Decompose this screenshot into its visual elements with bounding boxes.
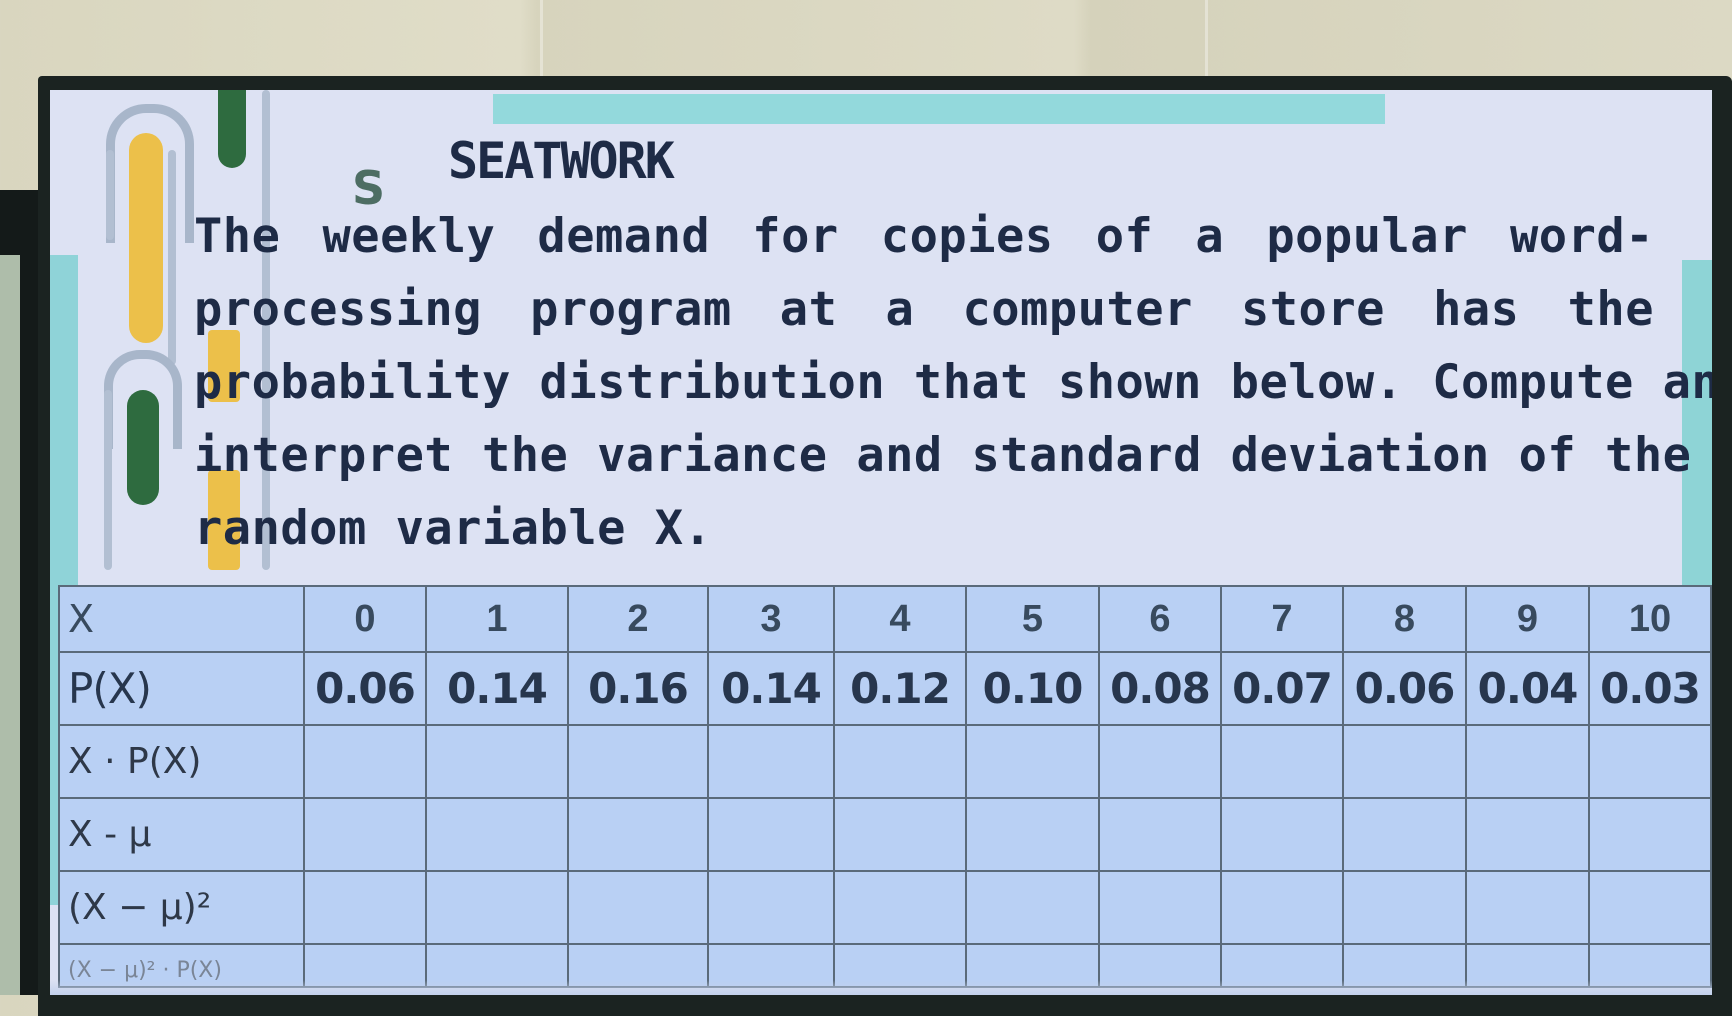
empty-answer-cell[interactable] (1098, 724, 1222, 799)
empty-answer-cell[interactable] (1342, 724, 1467, 799)
empty-answer-cell[interactable] (303, 797, 427, 872)
empty-answer-cell[interactable] (707, 797, 835, 872)
empty-answer-cell[interactable] (1220, 724, 1344, 799)
empty-answer-cell[interactable] (1588, 724, 1712, 799)
probability-cell: 0.14 (425, 651, 569, 726)
empty-answer-cell[interactable] (567, 797, 709, 872)
empty-answer-cell[interactable] (425, 724, 569, 799)
empty-answer-cell[interactable] (1220, 870, 1344, 945)
decor-line (106, 150, 114, 240)
row-label: X - μ (58, 797, 305, 872)
empty-answer-cell[interactable] (965, 870, 1100, 945)
empty-answer-cell[interactable] (567, 724, 709, 799)
slide-title: SEATWORK (448, 132, 675, 190)
x-times-px-row: X · P(X) (58, 724, 1712, 799)
x-value-cell: 1 (425, 585, 569, 653)
adjacent-screen (0, 255, 20, 995)
row-label: X · P(X) (58, 724, 305, 799)
x-values-row: X 0 1 2 3 4 5 6 7 8 9 10 (58, 585, 1712, 653)
x-value-cell: 0 (303, 585, 427, 653)
row-label: P(X) (58, 651, 305, 726)
decor-line (168, 150, 176, 365)
probability-cell: 0.07 (1220, 651, 1344, 726)
decor-green-pill-top (218, 90, 246, 168)
screen-bottom-edge (50, 980, 1712, 995)
empty-answer-cell[interactable] (1465, 870, 1590, 945)
empty-answer-cell[interactable] (965, 724, 1100, 799)
empty-answer-cell[interactable] (567, 870, 709, 945)
empty-answer-cell[interactable] (1342, 870, 1467, 945)
probability-cell: 0.06 (1342, 651, 1467, 726)
problem-line: random variable X. (194, 501, 713, 556)
empty-answer-cell[interactable] (707, 870, 835, 945)
empty-answer-cell[interactable] (1098, 797, 1222, 872)
x-value-cell: 5 (965, 585, 1100, 653)
presentation-slide: S SEATWORK The weekly demand for copies … (50, 90, 1712, 995)
x-value-cell: 2 (567, 585, 709, 653)
probability-cell: 0.14 (707, 651, 835, 726)
problem-line: processing program at a computer store h… (194, 282, 1654, 337)
empty-answer-cell[interactable] (833, 724, 967, 799)
empty-answer-cell[interactable] (425, 797, 569, 872)
empty-answer-cell[interactable] (707, 724, 835, 799)
probability-cell: 0.12 (833, 651, 967, 726)
problem-line: probability distribution that shown belo… (194, 355, 1712, 410)
empty-answer-cell[interactable] (833, 870, 967, 945)
x-value-cell: 3 (707, 585, 835, 653)
probability-cell: 0.08 (1098, 651, 1222, 726)
problem-line: The weekly demand for copies of a popula… (194, 209, 1654, 264)
empty-answer-cell[interactable] (425, 870, 569, 945)
empty-answer-cell[interactable] (1588, 870, 1712, 945)
x-minus-mu-row: X - μ (58, 797, 1712, 872)
row-label: (X − μ)² (58, 870, 305, 945)
probability-cell: 0.04 (1465, 651, 1590, 726)
squared-deviation-row: (X − μ)² (58, 870, 1712, 945)
empty-answer-cell[interactable] (1588, 797, 1712, 872)
x-value-cell: 8 (1342, 585, 1467, 653)
decor-yellow-pill (129, 133, 163, 343)
x-value-cell: 10 (1588, 585, 1712, 653)
x-value-cell: 7 (1220, 585, 1344, 653)
empty-answer-cell[interactable] (1465, 797, 1590, 872)
probability-cell: 0.03 (1588, 651, 1712, 726)
x-value-cell: 9 (1465, 585, 1590, 653)
empty-answer-cell[interactable] (1342, 797, 1467, 872)
decor-green-pill (127, 390, 159, 505)
problem-statement: The weekly demand for copies of a popula… (194, 200, 1712, 565)
x-value-cell: 6 (1098, 585, 1222, 653)
empty-answer-cell[interactable] (303, 870, 427, 945)
x-value-cell: 4 (833, 585, 967, 653)
probability-cell: 0.06 (303, 651, 427, 726)
probability-distribution-table: X 0 1 2 3 4 5 6 7 8 9 10 P(X) 0.06 0.14 0.16 0.14 0.12 0.1… (58, 585, 1712, 988)
empty-answer-cell[interactable] (1098, 870, 1222, 945)
empty-answer-cell[interactable] (1465, 724, 1590, 799)
decor-teal-bar-top (493, 94, 1385, 124)
decor-line (104, 390, 112, 570)
problem-line: interpret the variance and standard devi… (194, 428, 1692, 483)
probability-cell: 0.10 (965, 651, 1100, 726)
empty-answer-cell[interactable] (833, 797, 967, 872)
empty-answer-cell[interactable] (965, 797, 1100, 872)
row-label: X (58, 585, 305, 653)
empty-answer-cell[interactable] (303, 724, 427, 799)
probability-cell: 0.16 (567, 651, 709, 726)
empty-answer-cell[interactable] (1220, 797, 1344, 872)
probability-row: P(X) 0.06 0.14 0.16 0.14 0.12 0.10 0.08 0.07 0.06… (58, 651, 1712, 726)
